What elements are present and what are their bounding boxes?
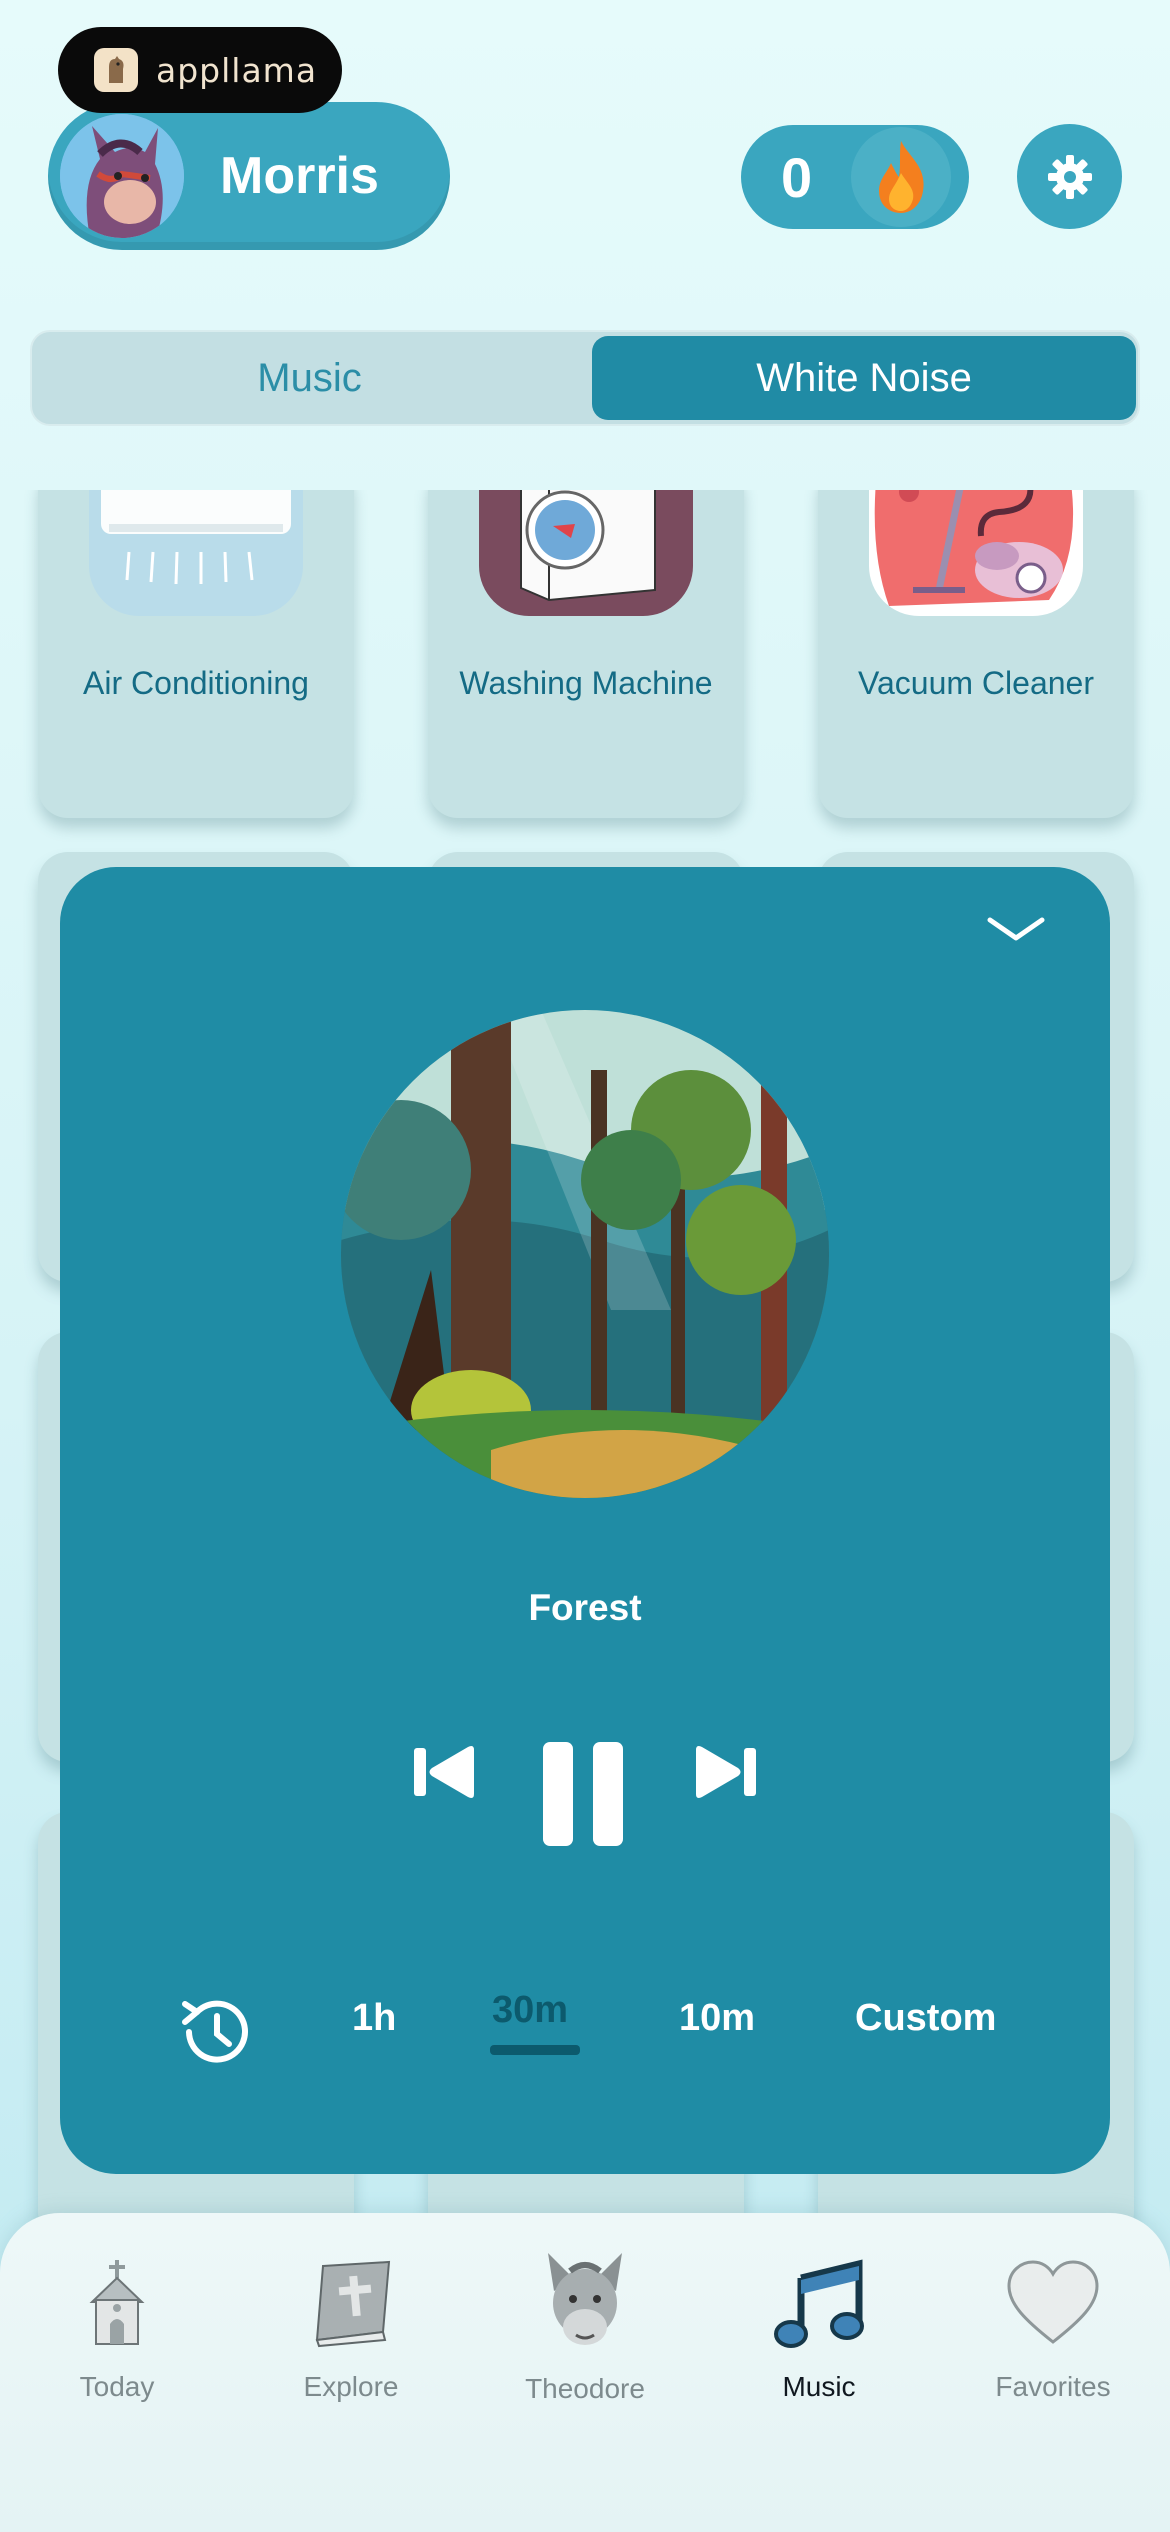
album-art (341, 1010, 829, 1498)
segment-white-noise[interactable]: White Noise (592, 336, 1136, 420)
selected-timer-indicator (490, 2045, 580, 2055)
segment-music[interactable]: Music (32, 332, 587, 424)
streak-counter[interactable]: 0 (741, 125, 969, 229)
sound-card-air-conditioning[interactable]: Air Conditioning (38, 490, 354, 818)
tab-today[interactable]: Today (0, 2213, 234, 2532)
bible-icon (315, 2260, 391, 2348)
tab-label: Theodore (525, 2373, 645, 2404)
settings-button[interactable] (1017, 124, 1122, 229)
track-title: Forest (528, 1587, 642, 1628)
timer-option-1h[interactable]: 1h (352, 1997, 396, 2040)
sound-label: Air Conditioning (83, 665, 309, 701)
tab-label: Music (782, 2371, 856, 2402)
timer-option-10m[interactable]: 10m (679, 1997, 755, 2040)
brand-badge: appllama (58, 27, 342, 113)
skip-forward-icon (696, 1746, 756, 1798)
llama-logo-icon (94, 48, 138, 92)
brand-name: appllama (156, 50, 318, 90)
previous-button[interactable] (412, 1742, 476, 1807)
skip-back-icon (414, 1746, 474, 1798)
tab-label: Explore (303, 2371, 399, 2402)
pause-icon (543, 1742, 623, 1846)
timer-option-30m[interactable]: 30m (492, 1989, 568, 2032)
vacuum-cleaner-icon (869, 490, 1083, 616)
church-icon (89, 2260, 145, 2345)
streak-count: 0 (781, 145, 813, 209)
next-button[interactable] (694, 1742, 758, 1807)
profile-button[interactable]: Morris (48, 102, 450, 250)
gear-icon (1047, 154, 1092, 199)
now-playing-panel: Forest 1h 30m 10m Custom (60, 867, 1110, 2174)
washing-machine-icon (479, 490, 693, 616)
flame-icon (851, 127, 951, 227)
timer-button[interactable] (175, 1992, 255, 2077)
sound-card-vacuum-cleaner[interactable]: Vacuum Cleaner (818, 490, 1134, 818)
timer-option-custom[interactable]: Custom (855, 1997, 996, 2040)
sound-card-washing-machine[interactable]: Washing Machine (428, 490, 744, 818)
history-clock-icon (182, 2000, 248, 2063)
tab-explore[interactable]: Explore (234, 2213, 468, 2532)
tab-music[interactable]: Music (702, 2213, 936, 2532)
donkey-icon (548, 2253, 622, 2345)
sound-label: Washing Machine (459, 665, 713, 701)
air-conditioner-icon (89, 490, 303, 616)
tab-label: Favorites (995, 2371, 1111, 2402)
tab-favorites[interactable]: Favorites (936, 2213, 1170, 2532)
tab-label: Today (79, 2371, 155, 2402)
tab-theodore[interactable]: Theodore (468, 2213, 702, 2532)
music-note-icon (774, 2259, 864, 2348)
heart-icon (1007, 2260, 1099, 2344)
profile-name: Morris (220, 147, 379, 205)
pause-button[interactable] (543, 1742, 623, 1851)
collapse-button[interactable] (986, 914, 1046, 949)
tab-bar: Today Explore Theodore Music Favorites (0, 2213, 1170, 2532)
avatar (60, 114, 184, 238)
segmented-control: Music White Noise (30, 330, 1140, 426)
chevron-down-icon (987, 917, 1045, 941)
sound-label: Vacuum Cleaner (858, 665, 1094, 701)
